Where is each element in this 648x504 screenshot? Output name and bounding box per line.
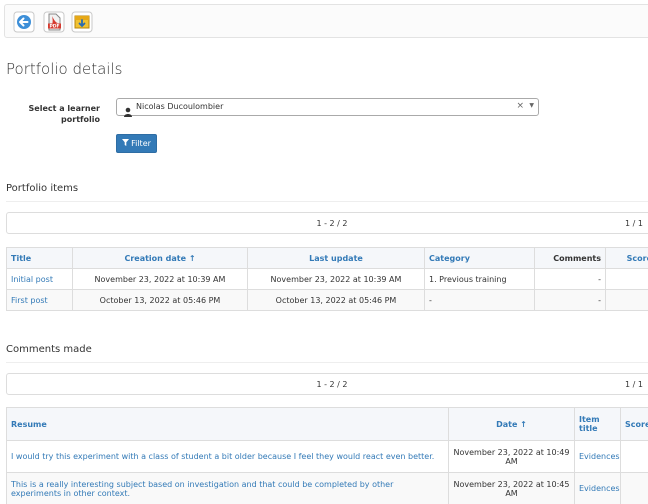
- section-divider: [6, 201, 648, 202]
- comment-resume-link[interactable]: This is a really interesting subject bas…: [6, 472, 449, 504]
- funnel-icon: [122, 135, 130, 152]
- section-divider: [6, 362, 648, 363]
- comments-pager: 1 - 2 / 2 1 / 1: [6, 373, 648, 395]
- item-score: -: [605, 289, 648, 311]
- portfolio-items-pager: 1 - 2 / 2 1 / 1: [6, 212, 648, 234]
- col-title[interactable]: Title: [6, 247, 73, 269]
- table-row: This is a really interesting subject bas…: [6, 472, 648, 504]
- portfolio-items-table: Title Creation date ↑ Last update Catego…: [6, 247, 648, 311]
- selected-learner: Nicolas Ducoulombier: [136, 102, 224, 111]
- item-last-update: October 13, 2022 at 05:46 PM: [247, 289, 425, 311]
- col-creation-date[interactable]: Creation date ↑: [72, 247, 248, 269]
- export-icon[interactable]: [71, 11, 93, 33]
- col-category[interactable]: Category: [424, 247, 535, 269]
- comment-date: November 23, 2022 at 10:45 AM: [448, 472, 575, 504]
- item-comments: -: [534, 268, 606, 290]
- table-row: Initial post November 23, 2022 at 10:39 …: [6, 268, 648, 290]
- col-last-update[interactable]: Last update: [247, 247, 425, 269]
- item-last-update: November 23, 2022 at 10:39 AM: [247, 268, 425, 290]
- table-row: I would try this experiment with a class…: [6, 440, 648, 473]
- comments-table: Resume Date ↑ Item title Score I would t…: [6, 407, 648, 504]
- pager-range: 1 - 2 / 2: [316, 219, 348, 228]
- comment-score: -: [620, 440, 648, 473]
- col-score[interactable]: Score: [605, 247, 648, 269]
- col-score[interactable]: Score: [620, 407, 648, 441]
- clear-selection-icon[interactable]: ×: [516, 101, 524, 111]
- filter-button[interactable]: Filter: [116, 134, 157, 153]
- comment-item-title-link[interactable]: Evidences: [574, 440, 621, 473]
- item-title-link[interactable]: Initial post: [6, 268, 73, 290]
- item-category: -: [424, 289, 535, 311]
- item-creation-date: November 23, 2022 at 10:39 AM: [72, 268, 248, 290]
- learner-select-label: Select a learner portfolio: [28, 104, 100, 124]
- pager-pages[interactable]: 1 / 1: [625, 219, 643, 228]
- col-resume[interactable]: Resume: [6, 407, 449, 441]
- table-row: First post October 13, 2022 at 05:46 PM …: [6, 289, 648, 311]
- learner-select[interactable]: Nicolas Ducoulombier × ▼: [116, 98, 539, 117]
- item-creation-date: October 13, 2022 at 05:46 PM: [72, 289, 248, 311]
- filter-button-label: Filter: [131, 139, 151, 148]
- chevron-down-icon[interactable]: ▼: [529, 102, 534, 109]
- comment-resume-link[interactable]: I would try this experiment with a class…: [6, 440, 449, 473]
- portfolio-items-title: Portfolio items: [6, 183, 79, 194]
- comment-score: -: [620, 472, 648, 504]
- pager-pages[interactable]: 1 / 1: [625, 380, 643, 389]
- col-date[interactable]: Date ↑: [448, 407, 575, 441]
- comments-made-title: Comments made: [6, 344, 92, 355]
- comment-date: November 23, 2022 at 10:49 AM: [448, 440, 575, 473]
- item-title-link[interactable]: First post: [6, 289, 73, 311]
- item-score: -: [605, 268, 648, 290]
- item-category: 1. Previous training: [424, 268, 535, 290]
- col-comments: Comments: [534, 247, 606, 269]
- pdf-icon[interactable]: PDF: [43, 11, 65, 33]
- col-item-title[interactable]: Item title: [574, 407, 621, 441]
- action-toolbar: PDF: [4, 4, 648, 38]
- pager-range: 1 - 2 / 2: [316, 380, 348, 389]
- back-arrow-icon[interactable]: [13, 11, 35, 33]
- svg-text:PDF: PDF: [49, 24, 59, 30]
- item-comments: -: [534, 289, 606, 311]
- page-title: Portfolio details: [6, 60, 123, 78]
- comment-item-title-link[interactable]: Evidences: [574, 472, 621, 504]
- user-icon: [123, 102, 133, 117]
